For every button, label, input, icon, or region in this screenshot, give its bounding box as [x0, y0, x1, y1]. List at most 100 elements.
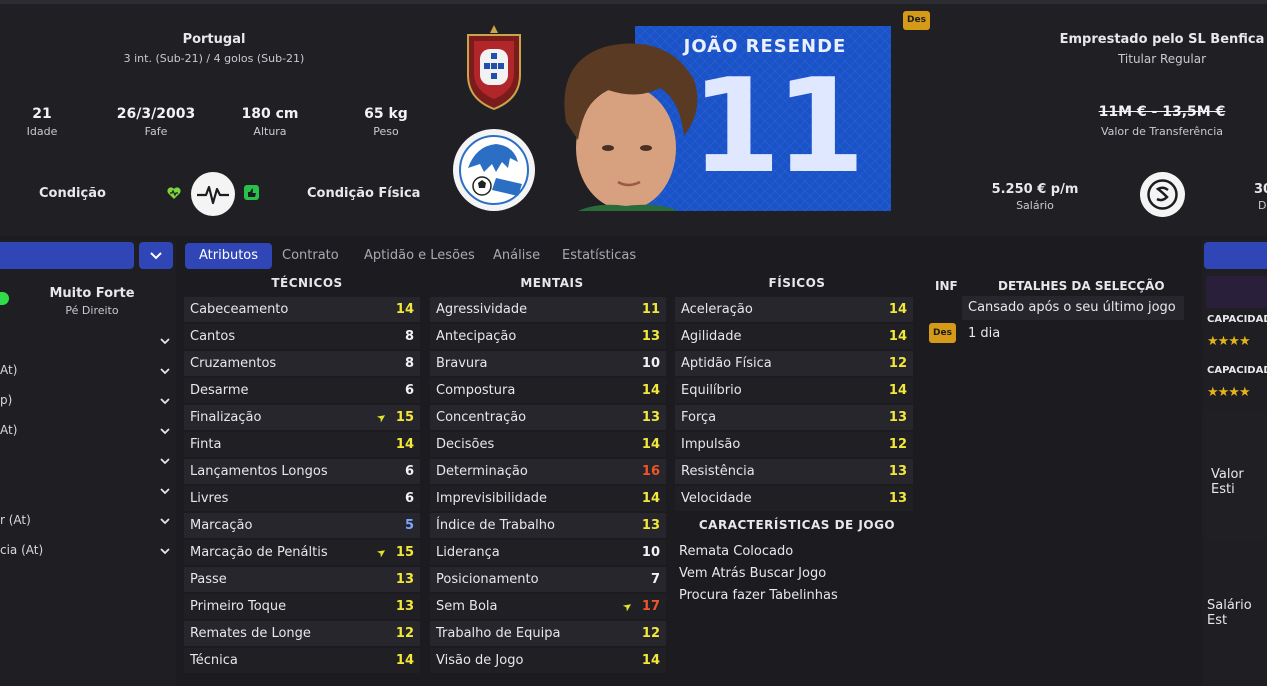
attribute-row[interactable]: Livres 6: [184, 486, 420, 511]
attribute-row[interactable]: Técnica 14: [184, 648, 420, 673]
chevron-down-icon[interactable]: [160, 456, 170, 466]
nation-label[interactable]: Portugal: [114, 32, 314, 47]
role-dropdown-2[interactable]: p): [0, 393, 12, 407]
attribute-value: 6: [404, 383, 414, 398]
chevron-down-icon[interactable]: [160, 426, 170, 436]
attribute-row[interactable]: Agilidade 14: [675, 324, 913, 349]
attribute-value: 15: [395, 410, 414, 425]
birthplace-label[interactable]: Fafe: [106, 125, 206, 138]
attribute-value: 12: [395, 626, 414, 641]
player-photo: [548, 40, 708, 211]
attribute-row[interactable]: Primeiro Toque 13: [184, 594, 420, 619]
attribute-name: Visão de Jogo: [436, 653, 524, 668]
attribute-row[interactable]: Sem Bola 17 ➤: [430, 594, 666, 619]
attribute-row[interactable]: Posicionamento 7: [430, 567, 666, 592]
attribute-row[interactable]: Antecipação 13: [430, 324, 666, 349]
attribute-row[interactable]: Compostura 14: [430, 378, 666, 403]
position-dropdown-button[interactable]: [139, 242, 173, 269]
chevron-down-icon[interactable]: [160, 486, 170, 496]
chevron-down-icon[interactable]: [160, 396, 170, 406]
attribute-value: 12: [888, 437, 907, 452]
caps-label: 3 int. (Sub-21) / 4 golos (Sub-21): [123, 52, 305, 65]
role-dropdown-3[interactable]: At): [0, 423, 17, 437]
attribute-row[interactable]: Aptidão Física 12: [675, 351, 913, 376]
tab-aptidao-lesoes[interactable]: Aptidão e Lesões: [350, 243, 489, 269]
role-dropdown-7[interactable]: cia (At): [0, 543, 43, 557]
club-crest-den-bosch[interactable]: [452, 128, 536, 212]
attribute-value: 14: [641, 491, 660, 506]
tab-contrato[interactable]: Contrato: [268, 243, 353, 269]
selection-duration: 1 dia: [968, 326, 1001, 341]
attribute-name: Antecipação: [436, 329, 517, 344]
attribute-row[interactable]: Índice de Trabalho 13: [430, 513, 666, 538]
attribute-name: Bravura: [436, 356, 488, 371]
attribute-row[interactable]: Cruzamentos 8: [184, 351, 420, 376]
attribute-row[interactable]: Imprevisibilidade 14: [430, 486, 666, 511]
attribute-row[interactable]: Marcação de Penáltis 15 ➤: [184, 540, 420, 565]
chevron-down-icon[interactable]: [160, 516, 170, 526]
chevron-down-icon[interactable]: [160, 366, 170, 376]
attribute-row[interactable]: Determinação 16: [430, 459, 666, 484]
trait-item[interactable]: Procura fazer Tabelinhas: [679, 588, 838, 603]
chevron-down-icon[interactable]: [160, 546, 170, 556]
attribute-row[interactable]: Impulsão 12: [675, 432, 913, 457]
attribute-row[interactable]: Lançamentos Longos 6: [184, 459, 420, 484]
attribute-value: 13: [641, 518, 660, 533]
transfer-value-label: Valor de Transferência: [1100, 125, 1224, 138]
heartbeat-icon[interactable]: [191, 172, 235, 216]
role-dropdown-6[interactable]: r (At): [0, 513, 31, 527]
attribute-row[interactable]: Agressividade 11: [430, 297, 666, 322]
arrow-up-icon: ➤: [373, 544, 389, 561]
attribute-row[interactable]: Bravura 10: [430, 351, 666, 376]
attribute-row[interactable]: Decisões 14: [430, 432, 666, 457]
attribute-name: Decisões: [436, 437, 495, 452]
weight-value: 65 kg: [364, 106, 408, 122]
current-ability-label: CAPACIDAD: [1207, 314, 1267, 325]
attribute-name: Agilidade: [681, 329, 742, 344]
attribute-row[interactable]: Desarme 6: [184, 378, 420, 403]
top-divider: [0, 0, 1267, 4]
attribute-row[interactable]: Cantos 8: [184, 324, 420, 349]
attribute-row[interactable]: Aceleração 14: [675, 297, 913, 322]
trait-item[interactable]: Remata Colocado: [679, 544, 793, 559]
agent-logo-icon[interactable]: [1140, 172, 1185, 217]
attribute-value: 14: [641, 653, 660, 668]
attribute-value: 16: [641, 464, 660, 479]
development-badge[interactable]: Des: [929, 323, 956, 343]
development-badge[interactable]: Des: [903, 11, 930, 30]
attribute-name: Concentração: [436, 410, 527, 425]
trait-item[interactable]: Vem Atrás Buscar Jogo: [679, 566, 826, 581]
role-dropdown-1[interactable]: At): [0, 363, 17, 377]
attribute-name: Compostura: [436, 383, 516, 398]
portugal-federation-crest[interactable]: [460, 25, 528, 111]
attribute-name: Marcação: [190, 518, 253, 533]
tab-analise[interactable]: Análise: [479, 243, 554, 269]
attribute-name: Força: [681, 410, 717, 425]
attribute-row[interactable]: Finta 14: [184, 432, 420, 457]
attribute-value: 10: [641, 545, 660, 560]
attribute-name: Marcação de Penáltis: [190, 545, 328, 560]
potential-ability-stars: ★★★★: [1207, 385, 1251, 400]
attribute-name: Aptidão Física: [681, 356, 772, 371]
loan-status[interactable]: Emprestado pelo SL Benfica: [1052, 32, 1267, 47]
attribute-row[interactable]: Passe 13: [184, 567, 420, 592]
tab-atributos[interactable]: Atributos: [185, 243, 273, 269]
attribute-row[interactable]: Concentração 13: [430, 405, 666, 430]
attribute-row[interactable]: Visão de Jogo 14: [430, 648, 666, 673]
attribute-row[interactable]: Velocidade 13: [675, 486, 913, 511]
attribute-row[interactable]: Resistência 13: [675, 459, 913, 484]
arrow-up-icon: ➤: [619, 598, 635, 615]
mental-header: MENTAIS: [520, 276, 584, 290]
attribute-row[interactable]: Liderança 10: [430, 540, 666, 565]
position-selector[interactable]: [0, 242, 134, 269]
chevron-down-icon[interactable]: [160, 336, 170, 346]
attribute-row[interactable]: Marcação 5: [184, 513, 420, 538]
attribute-row[interactable]: Remates de Longe 12: [184, 621, 420, 646]
attribute-row[interactable]: Cabeceamento 14: [184, 297, 420, 322]
attribute-row[interactable]: Finalização 15 ➤: [184, 405, 420, 430]
attribute-row[interactable]: Força 13: [675, 405, 913, 430]
attribute-row[interactable]: Equilíbrio 14: [675, 378, 913, 403]
tab-estatisticas[interactable]: Estatísticas: [548, 243, 650, 269]
scout-selector[interactable]: [1204, 242, 1267, 269]
attribute-row[interactable]: Trabalho de Equipa 12: [430, 621, 666, 646]
